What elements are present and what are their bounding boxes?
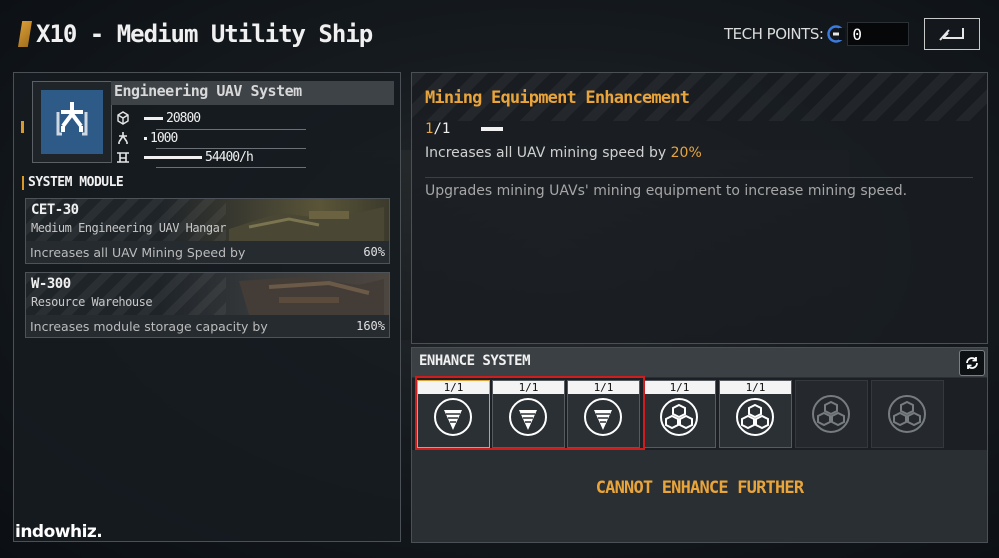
stat-uav: 1000 [116,130,178,146]
enhancement-title: Mining Equipment Enhancement [425,88,690,108]
enhance-slot-5[interactable]: 1/1 [719,380,792,448]
system-card: Engineering UAV System 20800 1000 54400/… [21,81,394,168]
system-panel: Engineering UAV System 20800 1000 54400/… [13,72,401,542]
cubes-icon [660,398,698,436]
module-effect-text: Increases module storage capacity by [30,319,268,334]
enhancement-effect-text: Increases all UAV mining speed by [425,145,671,161]
tech-points: TECH POINTS: 0 [724,22,910,46]
enhance-slot-7-locked[interactable] [871,380,944,448]
title-accent-mark [18,21,32,47]
module-header-marker [22,175,24,190]
page-title: X10 - Medium Utility Ship [36,20,373,48]
module-name: Resource Warehouse [31,295,153,309]
module-code: CET-30 [31,202,79,218]
module-footer: Increases all UAV Mining Speed by 60% [26,241,389,263]
enhancement-description: Upgrades mining UAVs' mining equipment t… [425,183,908,199]
selection-highlight [415,376,645,450]
system-module-title: SYSTEM MODULE [28,175,124,190]
system-name: Engineering UAV System [114,82,302,100]
cubes-icon [812,395,850,433]
mining-rate-icon [117,152,129,163]
enhancement-detail-panel: Mining Equipment Enhancement 1/1 Increas… [411,72,988,344]
module-footer: Increases module storage capacity by 160… [26,315,389,337]
module-effect-text: Increases all UAV Mining Speed by [30,245,246,260]
module-effect-value: 160% [356,319,385,333]
module-name: Medium Engineering UAV Hangar [31,221,227,235]
enhance-system-panel: ENHANCE SYSTEM 1/1 1/1 1/1 1/1 1/1 CANNO… [411,347,988,543]
enhancement-level-bar [481,127,503,131]
refresh-icon [966,357,978,369]
system-icon-frame [32,81,112,163]
stat-capacity-bar [144,116,163,120]
stat-capacity-value: 20800 [166,110,201,126]
tech-points-label: TECH POINTS: [724,25,824,43]
stat-track [156,148,306,149]
tech-points-value: 0 [847,22,910,46]
stat-track [156,167,306,168]
enhancement-effect: Increases all UAV mining speed by 20% [425,145,702,161]
module-card-cet-30[interactable]: CET-30 Medium Engineering UAV Hangar Inc… [25,198,390,264]
module-card-w-300[interactable]: W-300 Resource Warehouse Increases modul… [25,272,390,338]
stat-mining-rate-bar [144,155,202,159]
system-module-header: SYSTEM MODULE [22,175,124,190]
cube-icon [117,111,129,125]
enhancement-effect-value: 20% [670,145,702,161]
module-code: W-300 [31,276,71,292]
system-card-marker [21,121,24,133]
enhance-system-title: ENHANCE SYSTEM [419,353,531,369]
enhance-slot-row: 1/1 1/1 1/1 1/1 1/1 [412,376,987,450]
stat-mining-rate-value: 54400/h [205,149,254,165]
back-button[interactable] [924,18,980,50]
stat-uav-bar [144,136,147,140]
header: X10 - Medium Utility Ship [18,20,373,48]
cubes-icon [888,395,926,433]
enhancement-level-max: /1 [433,121,451,137]
enhancement-level: 1/1 [425,121,450,137]
uav-icon [118,132,128,144]
enhance-system-header: ENHANCE SYSTEM [412,348,987,377]
stat-uav-value: 1000 [150,130,178,146]
enhance-slot-6-locked[interactable] [795,380,868,448]
slot-level: 1/1 [720,381,791,394]
tech-points-icon [827,25,846,43]
stat-track [156,129,306,130]
watermark: indowhiz. [15,522,103,542]
cubes-icon [736,398,774,436]
enhance-status-text: CANNOT ENHANCE FURTHER [595,478,804,498]
slot-level: 1/1 [644,381,715,394]
engineering-uav-icon [41,90,103,154]
enhance-slot-4[interactable]: 1/1 [643,380,716,448]
stat-capacity: 20800 [116,110,201,126]
refresh-button[interactable] [959,350,985,376]
divider [425,177,973,178]
back-arrow-icon [939,28,964,41]
system-name-bar: Engineering UAV System [111,81,394,105]
stat-mining-rate: 54400/h [116,149,254,165]
module-effect-value: 60% [363,245,385,259]
